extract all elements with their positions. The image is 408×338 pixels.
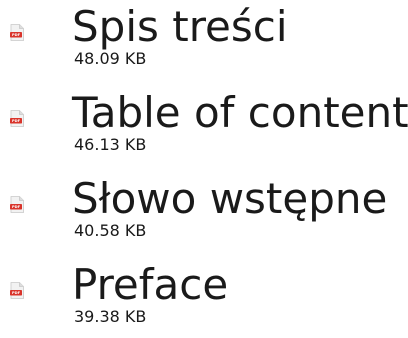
file-size: 39.38 KB <box>74 307 147 326</box>
svg-text:PDF: PDF <box>12 205 21 209</box>
file-link[interactable]: Słowo wstępne <box>72 174 387 224</box>
file-item: PDF Table of content 46.13 KB <box>0 88 408 158</box>
svg-text:PDF: PDF <box>12 33 21 37</box>
file-link[interactable]: Table of content <box>72 88 408 138</box>
file-item: PDF Spis treści 48.09 KB <box>0 2 408 72</box>
pdf-file-icon[interactable]: PDF <box>10 282 24 299</box>
pdf-file-icon[interactable]: PDF <box>10 24 24 41</box>
file-link[interactable]: Spis treści <box>72 2 288 52</box>
file-size: 40.58 KB <box>74 221 147 240</box>
pdf-file-icon[interactable]: PDF <box>10 110 24 127</box>
file-size: 48.09 KB <box>74 49 147 68</box>
file-link[interactable]: Preface <box>72 260 228 310</box>
file-size: 46.13 KB <box>74 135 147 154</box>
svg-text:PDF: PDF <box>12 119 21 123</box>
file-list: PDF Spis treści 48.09 KB PDF Table of co… <box>0 0 408 338</box>
file-item: PDF Preface 39.38 KB <box>0 260 408 330</box>
pdf-file-icon[interactable]: PDF <box>10 196 24 213</box>
file-item: PDF Słowo wstępne 40.58 KB <box>0 174 408 244</box>
svg-text:PDF: PDF <box>12 291 21 295</box>
